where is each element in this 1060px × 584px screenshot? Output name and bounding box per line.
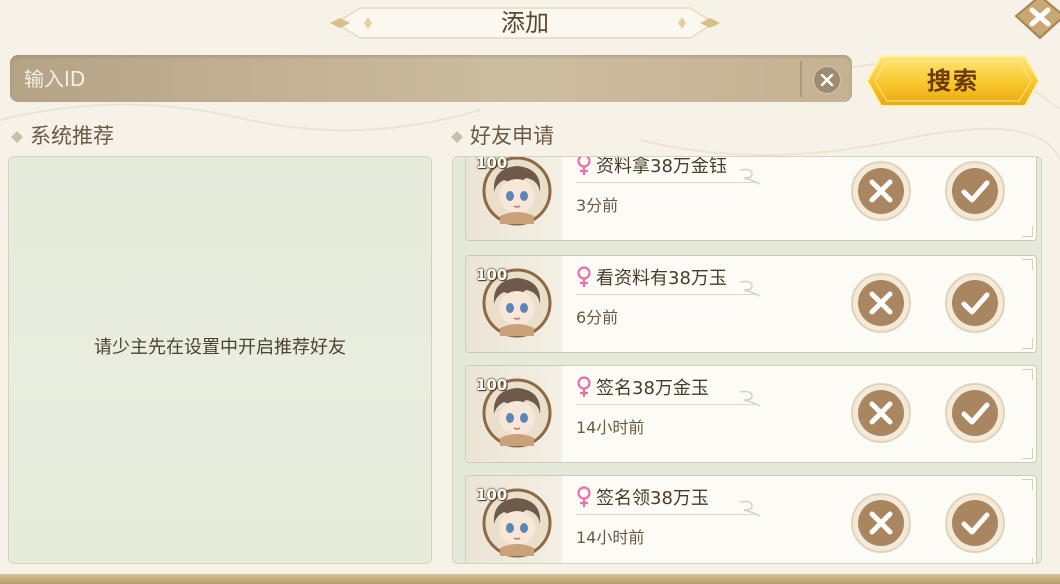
level-badge: 100 (476, 156, 508, 172)
friend-request-item: 100 签名领38万玉 14小时前 (465, 475, 1037, 563)
search-input[interactable] (22, 63, 796, 95)
request-name-row: 资料拿38万金钰 (576, 156, 727, 180)
frame-corner (1022, 448, 1033, 459)
frame-corner (1022, 259, 1033, 270)
swirl-decoration (739, 500, 761, 517)
frame-corner (1022, 338, 1033, 349)
search-divider (800, 61, 802, 97)
request-name: 签名38万金玉 (596, 378, 709, 399)
accept-icon[interactable] (944, 160, 1006, 222)
request-name-row: 签名领38万玉 (576, 484, 709, 512)
friend-requests-list[interactable]: 100 资料拿38万金钰 3分前 100 看资料有38万玉 6分前 100 签名… (452, 156, 1042, 564)
frame-corner (1022, 479, 1033, 490)
request-time: 14小时前 (576, 418, 645, 437)
female-icon (577, 486, 591, 507)
friend-request-item: 100 资料拿38万金钰 3分前 (465, 156, 1037, 241)
name-divider (576, 514, 756, 515)
swirl-decoration (739, 280, 761, 297)
request-time: 14小时前 (576, 528, 645, 547)
frame-corner (1022, 558, 1033, 563)
reject-icon[interactable] (850, 492, 912, 554)
accept-icon[interactable] (944, 382, 1006, 444)
friend-request-item: 100 签名38万金玉 14小时前 (465, 365, 1037, 463)
name-divider (576, 294, 756, 295)
diamond-icon (451, 131, 463, 143)
frame-corner (1022, 157, 1033, 158)
female-icon (577, 266, 591, 287)
requests-section-title: 好友申请 (450, 122, 554, 150)
swirl-decoration (739, 168, 761, 185)
request-time: 6分前 (576, 308, 619, 327)
request-name: 签名领38万玉 (596, 488, 709, 509)
clear-icon[interactable] (814, 67, 840, 93)
request-name-row: 签名38万金玉 (576, 374, 709, 402)
female-icon (577, 376, 591, 397)
search-bar (10, 55, 852, 102)
bottom-frame (0, 574, 1060, 584)
frame-corner (1022, 369, 1033, 380)
swirl-decoration (739, 390, 761, 407)
recommend-empty-text: 请少主先在设置中开启推荐好友 (94, 337, 346, 358)
recommend-section-title: 系统推荐 (10, 122, 114, 150)
friend-request-item: 100 看资料有38万玉 6分前 (465, 255, 1037, 353)
female-icon (577, 157, 591, 175)
accept-icon[interactable] (944, 272, 1006, 334)
close-icon[interactable] (1014, 0, 1060, 40)
reject-icon[interactable] (850, 160, 912, 222)
request-name: 看资料有38万玉 (596, 268, 727, 289)
level-badge: 100 (476, 376, 508, 394)
search-button[interactable]: 搜索 (865, 54, 1041, 108)
name-divider (576, 404, 756, 405)
reject-icon[interactable] (850, 272, 912, 334)
dialog-title: 添加 (501, 9, 549, 37)
reject-icon[interactable] (850, 382, 912, 444)
level-badge: 100 (476, 486, 508, 504)
diamond-icon (11, 131, 23, 143)
recommend-panel: 请少主先在设置中开启推荐好友 (8, 156, 432, 564)
accept-icon[interactable] (944, 492, 1006, 554)
frame-corner (1022, 226, 1033, 237)
request-name: 资料拿38万金钰 (596, 156, 727, 177)
level-badge: 100 (476, 266, 508, 284)
search-button-label: 搜索 (927, 67, 979, 95)
request-name-row: 看资料有38万玉 (576, 264, 727, 292)
name-divider (576, 182, 756, 183)
request-time: 3分前 (576, 196, 619, 215)
